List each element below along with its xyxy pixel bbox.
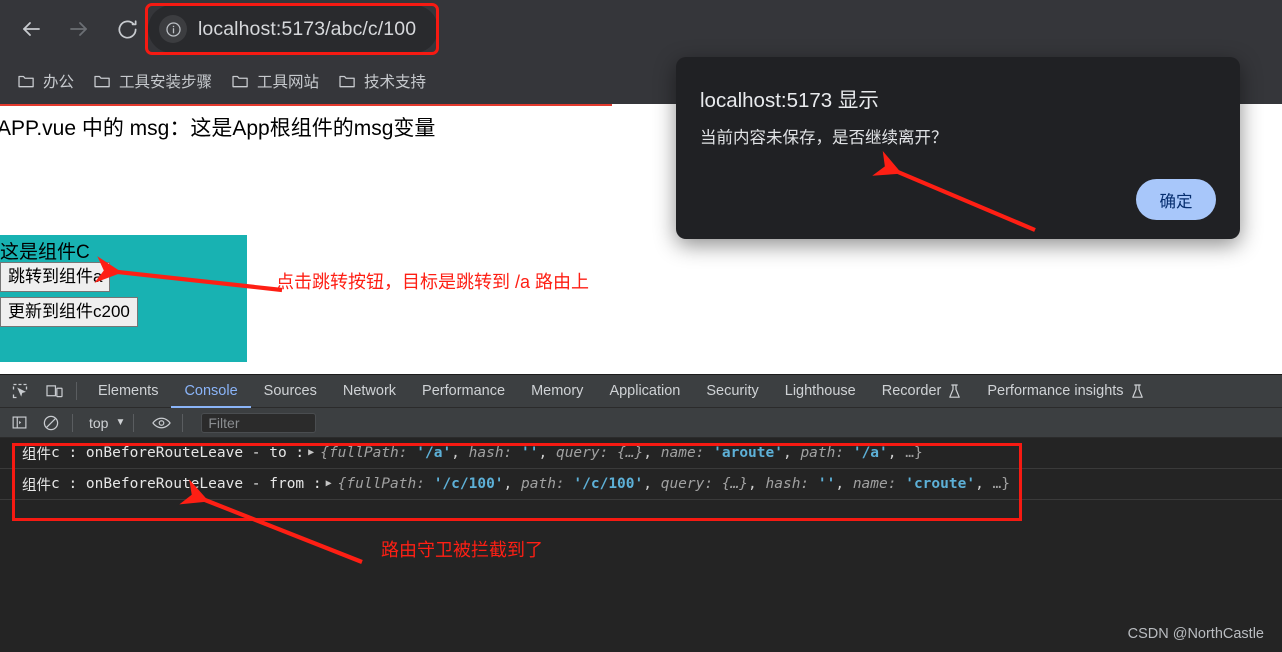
console-context-value: top xyxy=(89,414,109,431)
chevron-down-icon: ▼ xyxy=(115,417,126,428)
device-glyph xyxy=(45,384,63,397)
log-object-1[interactable]: {fullPath: '/c/100', path: '/c/100', que… xyxy=(338,476,1010,492)
bookmark-label: 办公 xyxy=(43,74,75,91)
no-entry-glyph xyxy=(43,415,59,430)
tab-recorder[interactable]: Recorder xyxy=(869,375,975,408)
console-subbar: top ▼ Filter xyxy=(0,408,1282,438)
live-expression-icon[interactable] xyxy=(148,411,174,435)
folder-icon xyxy=(18,74,35,89)
reload-icon xyxy=(118,19,137,38)
bookmark-item-0[interactable]: 办公 xyxy=(10,66,82,96)
component-c-title: 这是组件C xyxy=(0,242,90,263)
forward-button[interactable] xyxy=(58,8,100,50)
log-object-0[interactable]: {fullPath: '/a', hash: '', query: {…}, n… xyxy=(320,445,923,461)
beaker-glyph xyxy=(1131,383,1143,398)
tab-security[interactable]: Security xyxy=(693,375,771,408)
inspect-cursor-glyph xyxy=(12,383,28,399)
omnibox-container[interactable]: localhost:5173/abc/c/100 xyxy=(148,5,438,53)
bookmark-label: 技术支持 xyxy=(364,74,427,91)
sidebar-glyph xyxy=(12,416,26,429)
tab-elements[interactable]: Elements xyxy=(85,375,171,408)
console-context-selector[interactable]: top ▼ xyxy=(89,415,125,431)
log-prefix-mono: c : onBeforeRouteLeave - from : xyxy=(51,476,322,492)
app-root-msg: APP.vue 中的 msg：这是App根组件的msg变量 xyxy=(0,117,436,140)
console-filter-placeholder: Filter xyxy=(208,414,240,431)
back-button[interactable] xyxy=(10,8,52,50)
console-sidebar-icon[interactable] xyxy=(6,411,32,435)
device-toolbar-icon[interactable] xyxy=(40,378,68,404)
address-bar-url: localhost:5173/abc/c/100 xyxy=(198,17,417,40)
expand-triangle-icon[interactable]: ▶ xyxy=(308,447,314,458)
beaker-icon xyxy=(1131,383,1144,399)
subbar-divider xyxy=(72,413,73,432)
tab-network[interactable]: Network xyxy=(330,375,409,408)
folder-icon xyxy=(94,74,111,89)
bookmark-label: 工具安装步骤 xyxy=(119,74,213,91)
tab-performance-insights-label: Performance insights xyxy=(987,383,1124,399)
tab-memory[interactable]: Memory xyxy=(518,375,596,408)
eye-glyph xyxy=(152,417,171,428)
jump-to-component-a-button[interactable]: 跳转到组件a xyxy=(0,262,111,292)
bookmark-item-1[interactable]: 工具安装步骤 xyxy=(86,66,220,96)
log-prefix-zh: 组件 xyxy=(22,446,51,463)
tab-performance[interactable]: Performance xyxy=(409,375,518,408)
folder-glyph xyxy=(94,75,110,87)
tab-lighthouse[interactable]: Lighthouse xyxy=(772,375,869,408)
folder-icon xyxy=(232,74,249,89)
javascript-confirm-dialog: localhost:5173 显示 当前内容未保存，是否继续离开？ 确定 xyxy=(676,57,1240,239)
tab-console[interactable]: Console xyxy=(171,375,250,408)
toolbar-divider xyxy=(76,382,77,400)
folder-glyph xyxy=(18,75,34,87)
devtools-panel: Elements Console Sources Network Perform… xyxy=(0,374,1282,652)
console-filter-input[interactable]: Filter xyxy=(201,412,317,433)
address-bar[interactable]: localhost:5173/abc/c/100 xyxy=(148,5,438,53)
console-log-row-0[interactable]: 组件 c : onBeforeRouteLeave - to : ▶ {fullPa… xyxy=(0,438,1282,469)
page-top-red-rule xyxy=(0,104,612,106)
tab-application[interactable]: Application xyxy=(596,375,693,408)
expand-triangle-icon[interactable]: ▶ xyxy=(326,478,332,489)
bookmark-label: 工具网站 xyxy=(257,74,320,91)
arrow-right-icon xyxy=(70,22,87,36)
watermark: CSDN @NorthCastle xyxy=(1127,626,1264,642)
subbar-divider-3 xyxy=(182,413,184,432)
log-prefix-zh: 组件 xyxy=(22,477,51,494)
tab-recorder-label: Recorder xyxy=(881,383,942,399)
dialog-message: 当前内容未保存，是否继续离开？ xyxy=(700,129,948,147)
folder-glyph xyxy=(339,75,355,87)
log-prefix-mono: c : onBeforeRouteLeave - to : xyxy=(51,445,305,461)
dialog-ok-button[interactable]: 确定 xyxy=(1136,179,1216,220)
inspect-element-icon[interactable] xyxy=(6,378,34,404)
info-circle-icon xyxy=(165,21,181,37)
console-log-row-1[interactable]: 组件 c : onBeforeRouteLeave - from : ▶ {full… xyxy=(0,469,1282,500)
dialog-title: localhost:5173 显示 xyxy=(700,89,879,112)
arrow-left-icon xyxy=(23,22,40,36)
bookmark-item-2[interactable]: 工具网站 xyxy=(224,66,327,96)
reload-button[interactable] xyxy=(106,8,148,50)
folder-icon xyxy=(339,74,356,89)
console-output: 组件 c : onBeforeRouteLeave - to : ▶ {fullPa… xyxy=(0,438,1282,652)
tab-sources[interactable]: Sources xyxy=(251,375,330,408)
tab-performance-insights[interactable]: Performance insights xyxy=(974,375,1156,408)
site-info-icon[interactable] xyxy=(159,15,187,43)
beaker-glyph xyxy=(949,383,961,398)
clear-console-icon[interactable] xyxy=(38,411,64,435)
component-c-panel: 这是组件C 跳转到组件a 更新到组件c200 xyxy=(0,235,247,362)
devtools-tabbar: Elements Console Sources Network Perform… xyxy=(0,375,1282,408)
bookmark-item-3[interactable]: 技术支持 xyxy=(331,66,434,96)
beaker-icon xyxy=(948,383,961,399)
subbar-divider-2 xyxy=(133,413,135,432)
update-to-component-c200-button[interactable]: 更新到组件c200 xyxy=(0,297,138,327)
folder-glyph xyxy=(232,75,248,87)
